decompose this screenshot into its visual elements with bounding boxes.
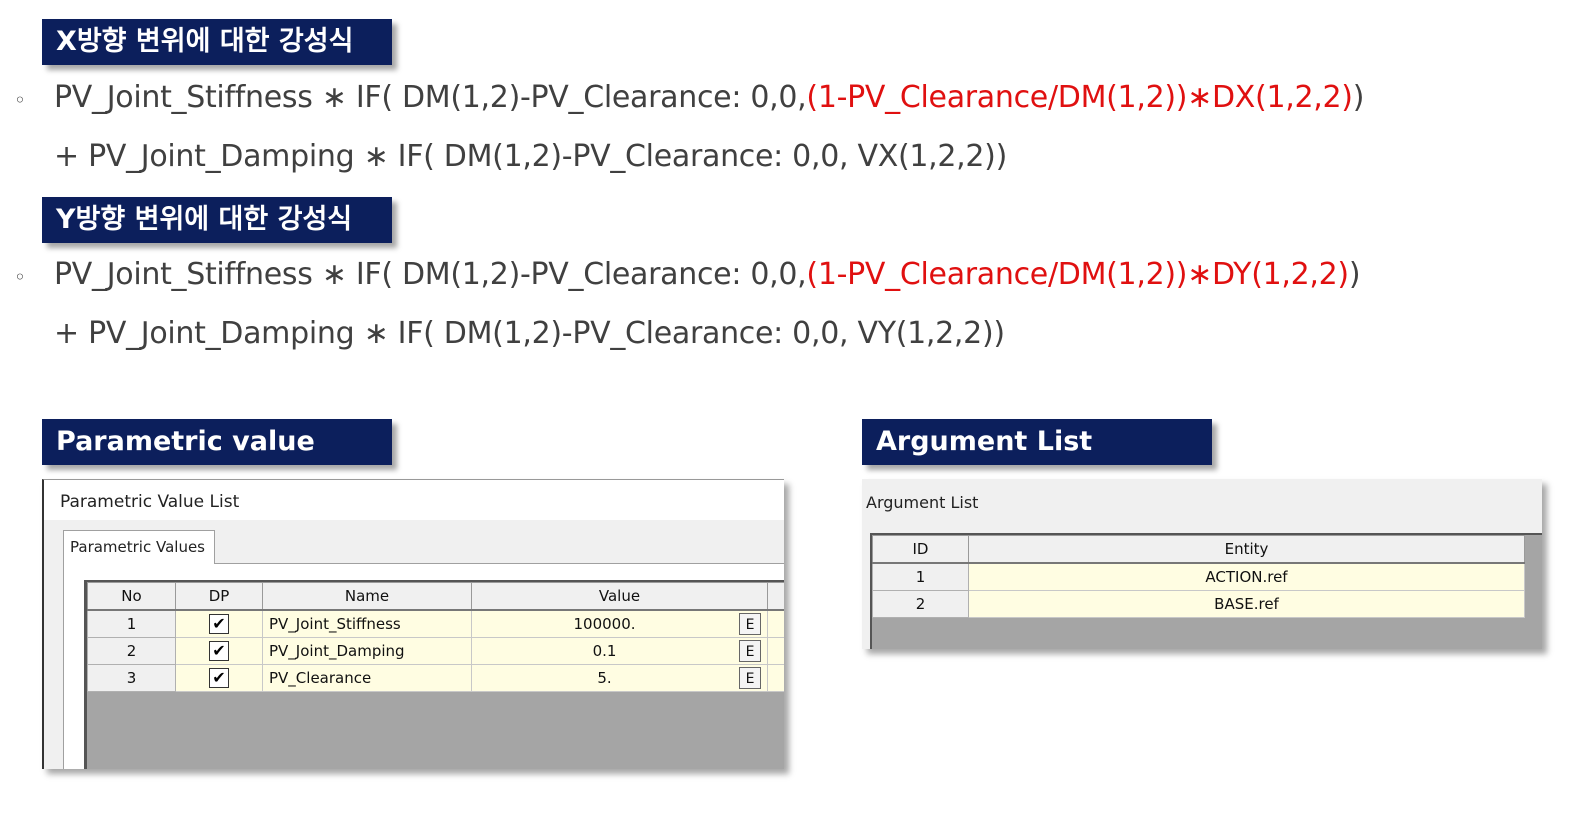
col-header-no[interactable]: No xyxy=(87,582,176,611)
entity-cell[interactable]: ACTION.ref xyxy=(968,562,1525,591)
y-bullet: ◦ xyxy=(14,265,26,289)
dp-checkbox[interactable]: ✔ xyxy=(209,641,229,661)
name-cell[interactable]: PV_Joint_Stiffness xyxy=(262,609,472,638)
y-stiffness-header: Y방향 변위에 대한 강성식 xyxy=(42,197,392,243)
table-row[interactable]: 3 ✔ PV_Clearance 5. E xyxy=(87,664,784,692)
value-text: 0.1 xyxy=(592,642,617,660)
dp-checkbox[interactable]: ✔ xyxy=(209,668,229,688)
col-header-value[interactable]: Value xyxy=(471,582,768,611)
expression-button[interactable]: E xyxy=(739,613,761,635)
y-equation-line1: PV_Joint_Stiffness ∗ IF( DM(1,2)-PV_Clea… xyxy=(54,257,1361,292)
x-equation-line1: PV_Joint_Stiffness ∗ IF( DM(1,2)-PV_Clea… xyxy=(54,80,1364,115)
row-number: 2 xyxy=(87,637,176,665)
col-header-entity[interactable]: Entity xyxy=(968,535,1525,564)
table-row[interactable]: 1 ACTION.ref xyxy=(872,562,1525,591)
x-bullet: ◦ xyxy=(14,88,26,112)
dp-cell: ✔ xyxy=(175,664,263,692)
argument-table: ID Entity 1 ACTION.ref 2 BASE.ref xyxy=(872,535,1525,618)
x-equation-line2: + PV_Joint_Damping ∗ IF( DM(1,2)-PV_Clea… xyxy=(54,139,1007,174)
dp-cell: ✔ xyxy=(175,637,263,665)
y-eq1-text: PV_Joint_Stiffness ∗ IF( DM(1,2)-PV_Clea… xyxy=(54,257,807,292)
value-cell[interactable]: 5. E xyxy=(471,664,768,692)
col-header-name[interactable]: Name xyxy=(262,582,472,611)
argument-table-header: ID Entity xyxy=(872,535,1525,564)
table-row[interactable]: 1 ✔ PV_Joint_Stiffness 100000. E xyxy=(87,609,784,638)
extra-cell xyxy=(767,664,784,692)
extra-cell xyxy=(767,609,784,638)
x-eq1-highlight: (1-PV_Clearance/DM(1,2))∗DX(1,2,2) xyxy=(806,80,1353,115)
value-cell[interactable]: 0.1 E xyxy=(471,637,768,665)
name-cell[interactable]: PV_Joint_Damping xyxy=(262,637,472,665)
tab-parametric-values[interactable]: Parametric Values xyxy=(63,530,215,564)
row-number: 3 xyxy=(87,664,176,692)
parametric-grid: No DP Name Value 1 ✔ PV_Joint_Stiffness … xyxy=(84,580,784,769)
dp-cell: ✔ xyxy=(175,609,263,638)
value-text: 100000. xyxy=(573,615,636,633)
parametric-table: No DP Name Value 1 ✔ PV_Joint_Stiffness … xyxy=(87,582,784,692)
row-id: 2 xyxy=(872,590,969,618)
y-equation-line2: + PV_Joint_Damping ∗ IF( DM(1,2)-PV_Clea… xyxy=(54,316,1005,351)
argument-grid: ID Entity 1 ACTION.ref 2 BASE.ref xyxy=(870,533,1542,649)
col-header-extra xyxy=(767,582,784,611)
expression-button[interactable]: E xyxy=(739,640,761,662)
table-row[interactable]: 2 ✔ PV_Joint_Damping 0.1 E xyxy=(87,637,784,665)
x-eq1-text: PV_Joint_Stiffness ∗ IF( DM(1,2)-PV_Clea… xyxy=(54,80,807,115)
value-cell[interactable]: 100000. E xyxy=(471,609,768,638)
y-eq1-end: ) xyxy=(1348,257,1361,292)
parametric-table-header: No DP Name Value xyxy=(87,582,784,611)
col-header-dp[interactable]: DP xyxy=(175,582,263,611)
col-header-id[interactable]: ID xyxy=(872,535,969,564)
row-number: 1 xyxy=(87,609,176,638)
x-eq1-end: ) xyxy=(1352,80,1365,115)
row-id: 1 xyxy=(872,562,969,591)
value-text: 5. xyxy=(597,669,612,687)
expression-button[interactable]: E xyxy=(739,667,761,689)
table-row[interactable]: 2 BASE.ref xyxy=(872,590,1525,618)
extra-cell xyxy=(767,637,784,665)
name-cell[interactable]: PV_Clearance xyxy=(262,664,472,692)
entity-cell[interactable]: BASE.ref xyxy=(968,590,1525,618)
x-stiffness-header: X방향 변위에 대한 강성식 xyxy=(42,19,392,65)
y-eq1-highlight: (1-PV_Clearance/DM(1,2))∗DY(1,2,2) xyxy=(806,257,1349,292)
argument-dialog-title: Argument List xyxy=(866,493,979,512)
argument-list-header: Argument List xyxy=(862,419,1212,465)
parametric-value-header: Parametric value xyxy=(42,419,392,465)
parametric-value-dialog: Parametric Value List Parametric Values … xyxy=(42,479,784,769)
dp-checkbox[interactable]: ✔ xyxy=(209,614,229,634)
parametric-dialog-title: Parametric Value List xyxy=(60,492,240,512)
argument-list-dialog: Argument List ID Entity 1 ACTION.ref 2 B… xyxy=(862,479,1542,649)
